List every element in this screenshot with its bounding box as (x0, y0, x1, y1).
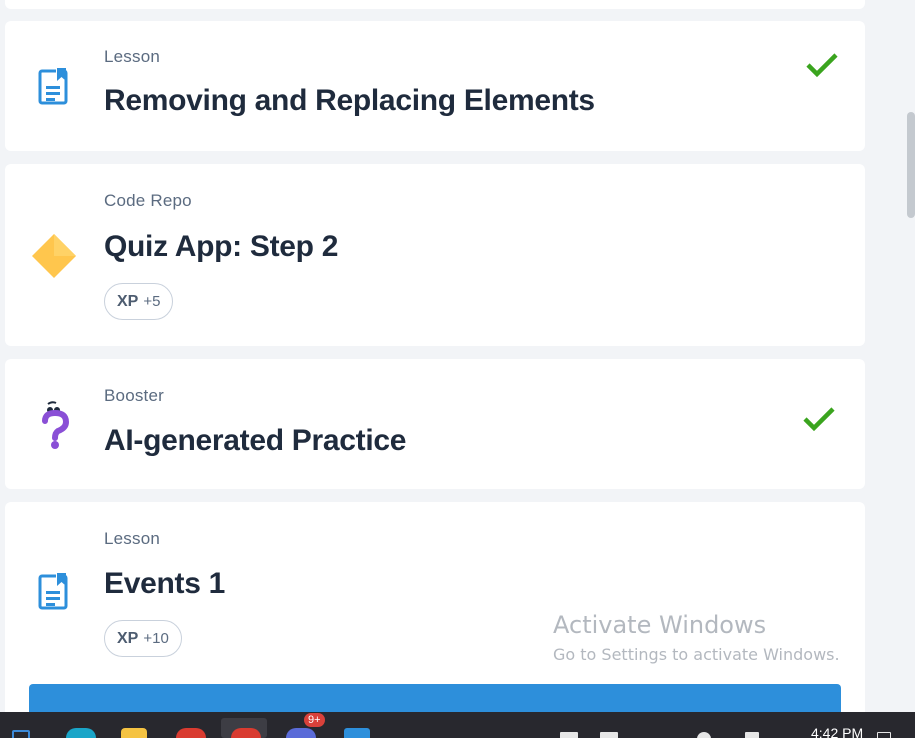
network-icon[interactable] (697, 732, 711, 738)
card-title[interactable]: AI-generated Practice (104, 424, 406, 458)
scrollbar-thumb[interactable] (907, 112, 915, 218)
notifications-icon[interactable] (877, 732, 891, 738)
completed-check-icon (805, 51, 839, 84)
activate-windows-title: Activate Windows (553, 611, 767, 639)
lesson-document-icon (38, 67, 70, 112)
card-type-label: Lesson (104, 529, 161, 548)
activate-windows-subtitle: Go to Settings to activate Windows. (553, 645, 840, 664)
taskbar: 9+ 4:42 PM (0, 712, 915, 738)
xp-value: +5 (143, 293, 161, 310)
lesson-document-icon (38, 572, 70, 617)
task-view-icon[interactable] (12, 730, 30, 738)
card-booster-ai-practice[interactable]: Booster AI-generated Practice (5, 359, 865, 489)
chrome-profile-icon[interactable] (231, 728, 261, 738)
tray-icon-2[interactable] (600, 732, 618, 738)
file-explorer-icon[interactable] (121, 728, 147, 738)
card-type-label: Lesson (104, 47, 161, 66)
card-type-label: Code Repo (104, 191, 192, 210)
xp-badge: XP +10 (104, 620, 182, 657)
notification-badge: 9+ (304, 713, 325, 727)
card-title[interactable]: Quiz App: Step 2 (104, 230, 338, 264)
card-title[interactable]: Removing and Replacing Elements (104, 84, 595, 118)
vscode-icon[interactable] (344, 728, 370, 738)
completed-check-icon (802, 405, 836, 438)
taskbar-clock[interactable]: 4:42 PM (811, 725, 863, 738)
card-type-label: Booster (104, 386, 164, 405)
edge-browser-icon[interactable] (66, 728, 96, 738)
chrome-icon[interactable] (176, 728, 206, 738)
card-lesson-removing-replacing[interactable]: Lesson Removing and Replacing Elements (5, 21, 865, 151)
volume-icon[interactable] (745, 732, 759, 738)
tray-icon-1[interactable] (560, 732, 578, 738)
code-repo-diamond-icon (32, 234, 76, 283)
xp-value: +10 (143, 630, 169, 647)
xp-label: XP (117, 292, 139, 310)
scrollbar-track[interactable] (898, 0, 915, 712)
card-title[interactable]: Events 1 (104, 567, 225, 601)
messaging-app-icon[interactable] (286, 728, 316, 738)
xp-badge: XP +5 (104, 283, 174, 320)
booster-question-icon (41, 401, 71, 456)
previous-card-partial[interactable] (5, 0, 865, 9)
card-code-repo-quiz-app[interactable]: Code Repo Quiz App: Step 2 XP +5 (5, 164, 865, 346)
xp-label: XP (117, 629, 139, 647)
